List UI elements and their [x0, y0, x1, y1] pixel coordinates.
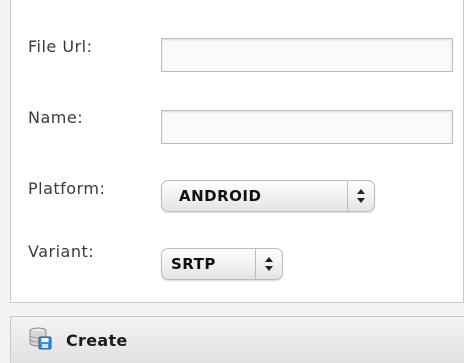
select-arrows-icon: [347, 181, 374, 211]
create-button-label: Create: [66, 330, 128, 350]
toolbar: Create: [10, 316, 464, 363]
page: File Url: Name: Platform: ANDROID Varian…: [0, 0, 464, 363]
database-save-icon: [28, 326, 52, 354]
variant-select[interactable]: SRTP: [161, 248, 283, 280]
create-button[interactable]: Create: [11, 317, 144, 363]
form-panel: File Url: Name: Platform: ANDROID Varian…: [10, 0, 464, 303]
name-input[interactable]: [161, 110, 453, 144]
name-label: Name:: [28, 108, 84, 127]
platform-label: Platform:: [28, 179, 106, 198]
file-url-input[interactable]: [161, 38, 453, 72]
variant-selected-value: SRTP: [171, 255, 216, 273]
select-arrows-icon: [255, 249, 282, 279]
platform-select[interactable]: ANDROID: [161, 180, 375, 212]
variant-label: Variant:: [28, 242, 95, 261]
platform-selected-value: ANDROID: [179, 187, 262, 205]
file-url-label: File Url:: [28, 37, 93, 56]
